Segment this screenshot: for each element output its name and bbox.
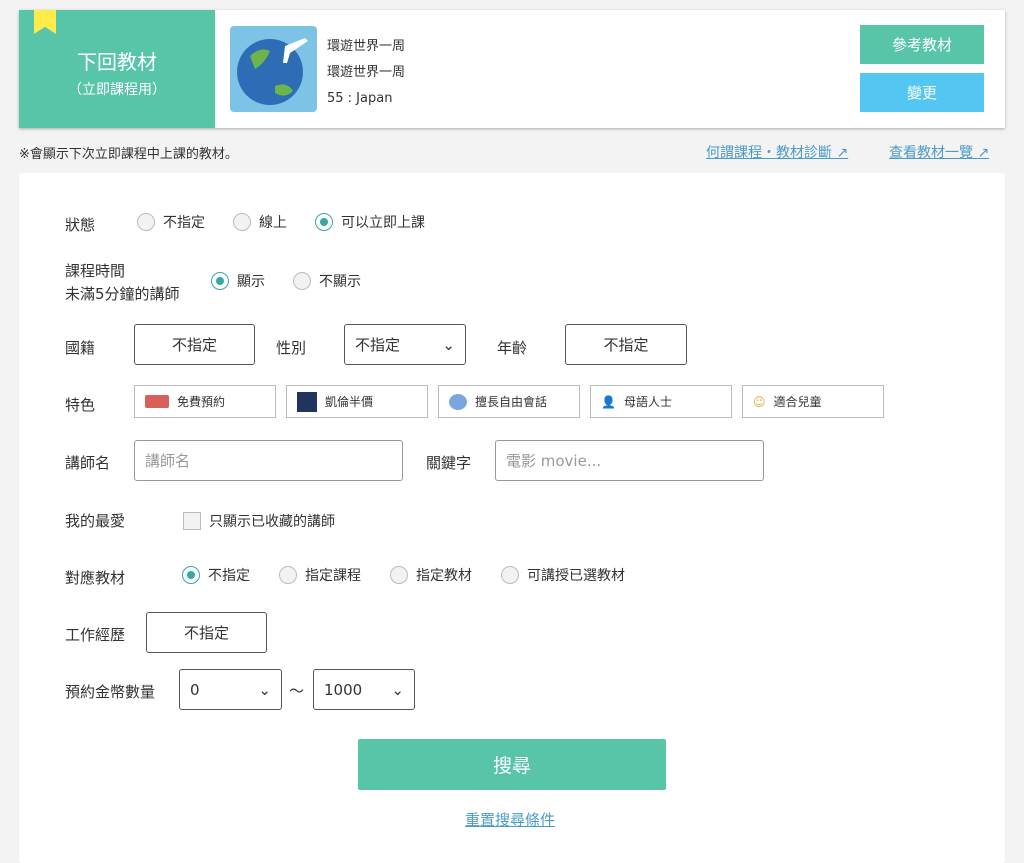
diagnosis-link[interactable]: 何謂課程・教材診斷 ↗ bbox=[706, 142, 848, 162]
time-radio-hide[interactable]: 不顯示 bbox=[293, 271, 361, 291]
reference-material-button[interactable]: 參考教材 bbox=[860, 25, 984, 64]
tutor-name-input[interactable]: 講師名 bbox=[134, 440, 403, 481]
change-button[interactable]: 變更 bbox=[860, 73, 984, 112]
chevron-down-icon: ⌄ bbox=[442, 335, 455, 354]
course-name: 環遊世界一周 bbox=[327, 39, 406, 54]
smiley-icon: ☺ bbox=[753, 394, 766, 409]
features-label: 特色 bbox=[65, 396, 96, 414]
next-title: 下回教材 bbox=[77, 50, 157, 74]
speech-bubble-icon bbox=[449, 393, 467, 410]
diagnosis-link-label: 何謂課程・教材診斷 bbox=[706, 145, 832, 161]
person-icon: 👤 bbox=[601, 394, 616, 409]
feature-free-booking[interactable]: 免費預約 bbox=[134, 385, 276, 418]
tutor-name-label: 講師名 bbox=[65, 454, 111, 472]
karen-icon bbox=[297, 391, 317, 412]
time-label: 課程時間 bbox=[65, 262, 126, 280]
favorite-label: 我的最愛 bbox=[65, 512, 126, 530]
material-list-link[interactable]: 查看教材一覽 ↗ bbox=[889, 142, 989, 162]
coins-min-select[interactable]: 0 ⌄ bbox=[179, 669, 282, 710]
gender-select[interactable]: 不指定 ⌄ bbox=[344, 324, 466, 365]
next-subtitle: （立即課程用） bbox=[68, 82, 166, 98]
nationality-label: 國籍 bbox=[65, 339, 96, 357]
external-link-icon: ↗ bbox=[977, 145, 990, 161]
age-button[interactable]: 不指定 bbox=[565, 324, 687, 365]
chevron-down-icon: ⌄ bbox=[258, 680, 271, 699]
time-radio-show[interactable]: 顯示 bbox=[211, 271, 265, 291]
material-radio-any[interactable]: 不指定 bbox=[182, 565, 250, 585]
material-name: 環遊世界一周 bbox=[327, 65, 406, 80]
keyword-label: 關鍵字 bbox=[426, 454, 472, 472]
gender-label: 性別 bbox=[276, 339, 307, 357]
next-material-card: 下回教材 （立即課程用） 環遊世界一周 環遊世界一周 55 : Japan 參考… bbox=[19, 10, 1005, 128]
tag-icon bbox=[145, 395, 169, 408]
search-button[interactable]: 搜尋 bbox=[358, 739, 666, 790]
coins-max-select[interactable]: 1000 ⌄ bbox=[313, 669, 415, 710]
coins-separator: ～ bbox=[289, 682, 305, 700]
status-radio-online[interactable]: 線上 bbox=[233, 212, 287, 232]
note-text: ※會顯示下次立即課程中上課的教材。 bbox=[19, 147, 238, 162]
experience-label: 工作經歷 bbox=[65, 626, 126, 644]
material-radio-course[interactable]: 指定課程 bbox=[279, 565, 361, 585]
experience-button[interactable]: 不指定 bbox=[146, 612, 267, 653]
material-radio-material[interactable]: 指定教材 bbox=[390, 565, 472, 585]
globe-icon bbox=[230, 26, 317, 112]
material-label: 對應教材 bbox=[65, 569, 126, 587]
status-radio-any[interactable]: 不指定 bbox=[137, 212, 205, 232]
external-link-icon: ↗ bbox=[836, 145, 849, 161]
keyword-input[interactable]: 電影 movie... bbox=[495, 440, 764, 481]
favorite-checkbox[interactable]: 只顯示已收藏的講師 bbox=[183, 511, 335, 531]
reset-link[interactable]: 重置搜尋條件 bbox=[465, 809, 555, 830]
feature-half-price[interactable]: 凱倫半價 bbox=[286, 385, 428, 418]
time-label-2: 未滿5分鐘的講師 bbox=[65, 285, 180, 303]
chevron-down-icon: ⌄ bbox=[391, 680, 404, 699]
bookmark-icon bbox=[34, 10, 56, 34]
feature-native[interactable]: 👤 母語人士 bbox=[590, 385, 732, 418]
age-label: 年齡 bbox=[497, 339, 528, 357]
nationality-button[interactable]: 不指定 bbox=[134, 324, 255, 365]
feature-free-talk[interactable]: 擅長自由會話 bbox=[438, 385, 580, 418]
next-material-header: 下回教材 （立即課程用） bbox=[19, 10, 215, 128]
coins-label: 預約金幣數量 bbox=[65, 683, 156, 701]
status-label: 狀態 bbox=[65, 216, 96, 234]
feature-kids[interactable]: ☺ 適合兒童 bbox=[742, 385, 884, 418]
material-list-link-label: 查看教材一覽 bbox=[889, 145, 973, 161]
status-radio-available[interactable]: 可以立即上課 bbox=[315, 212, 425, 232]
material-radio-selected[interactable]: 可講授已選教材 bbox=[501, 565, 625, 585]
lesson-name: 55 : Japan bbox=[327, 91, 393, 106]
